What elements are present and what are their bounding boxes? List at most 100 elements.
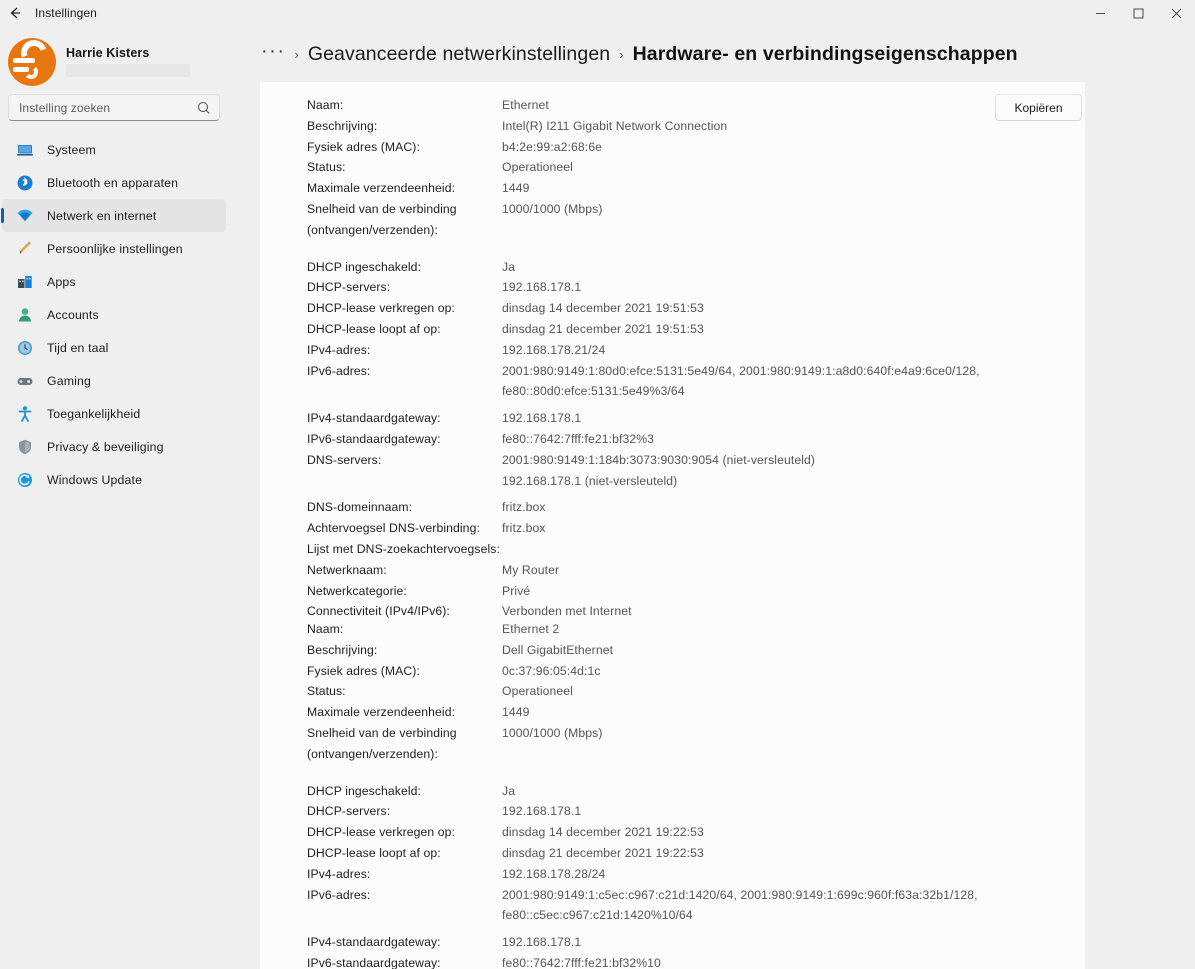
property-row: Netwerkcategorie: Privé: [307, 581, 1027, 602]
property-row: Snelheid van de verbinding (ontvangen/ve…: [307, 199, 1027, 241]
system-icon: [16, 141, 34, 159]
property-value: 2001:980:9149:1:184b:3073:9030:9054 (nie…: [502, 452, 816, 488]
property-label: Naam:: [307, 622, 344, 636]
property-row: DHCP-lease verkregen op: dinsdag 14 decem…: [307, 822, 1027, 843]
maximize-icon: [1133, 8, 1143, 18]
property-row: Naam: Ethernet 2: [307, 619, 1027, 640]
title-bar: Instellingen: [0, 0, 1195, 26]
property-value: 2001:980:9149:1:80d0:efce:5131:5e49/64, …: [502, 363, 980, 399]
sidebar-item-tijd-en-taal[interactable]: Tijd en taal: [2, 331, 226, 364]
property-row: Maximale verzendeenheid: 1449: [307, 702, 1027, 723]
property-label: Beschrijving:: [307, 118, 378, 133]
property-row: Naam: Ethernet: [307, 95, 1027, 116]
breadcrumb-overflow-button[interactable]: ···: [261, 41, 285, 68]
property-label: Snelheid van de verbinding (ontvangen/ve…: [307, 201, 457, 237]
property-row: Achtervoegsel DNS-verbinding: fritz.box: [307, 518, 1027, 539]
property-label: Snelheid van de verbinding (ontvangen/ve…: [307, 725, 457, 761]
property-row: Beschrijving: Intel(R) I211 Gigabit Netwo…: [307, 116, 1027, 137]
property-label: Netwerkcategorie:: [307, 583, 407, 598]
property-value: Operationeel: [502, 160, 573, 175]
sidebar-item-privacy-beveiliging[interactable]: Privacy & beveiliging: [2, 430, 226, 463]
property-value: 0c:37:96:05:4d:1c: [502, 663, 601, 678]
property-value: 1000/1000 (Mbps): [502, 201, 603, 216]
property-row: IPv4-adres: 192.168.178.28/24: [307, 864, 1027, 885]
sidebar-item-gaming[interactable]: Gaming: [2, 364, 226, 397]
property-row: DNS-domeinnaam: fritz.box: [307, 497, 1027, 518]
property-label: IPv4-standaardgateway:: [307, 935, 441, 950]
property-value: 192.168.178.1: [502, 280, 582, 295]
sidebar-item-bluetooth-en-apparaten[interactable]: Bluetooth en apparaten: [2, 166, 226, 199]
sidebar-item-label: Systeem: [47, 142, 96, 157]
property-row: Status: Operationeel: [307, 157, 1027, 178]
property-label: Status:: [307, 684, 346, 699]
back-button[interactable]: [0, 0, 30, 26]
sidebar-item-label: Netwerk en internet: [47, 208, 157, 223]
property-value: Intel(R) I211 Gigabit Network Connection: [502, 118, 728, 133]
property-row: DNS-servers: 2001:980:9149:1:184b:3073:90…: [307, 450, 1027, 492]
minimize-button[interactable]: [1081, 0, 1119, 26]
maximize-button[interactable]: [1119, 0, 1157, 26]
sidebar-item-netwerk-en-internet[interactable]: Netwerk en internet: [1, 199, 226, 232]
adapter-properties-ethernet: Naam: Ethernet Beschrijving: Intel(R) I211 …: [307, 95, 1027, 622]
breadcrumb-parent-link[interactable]: Geavanceerde netwerkinstellingen: [308, 43, 610, 66]
property-row: Netwerknaam: My Router: [307, 560, 1027, 581]
property-row: IPv4-standaardgateway: 192.168.178.1: [307, 408, 1027, 429]
window-title: Instellingen: [35, 6, 97, 20]
property-value: Privé: [502, 583, 531, 598]
sidebar-item-toegankelijkheid[interactable]: Toegankelijkheid: [2, 397, 226, 430]
account-name: Harrie Kisters: [66, 46, 150, 60]
property-label: DHCP ingeschakeld:: [307, 783, 422, 798]
page-title: Hardware- en verbindingseigenschappen: [632, 42, 1018, 65]
property-value: 1449: [502, 181, 530, 196]
property-value: dinsdag 14 december 2021 19:51:53: [502, 301, 704, 316]
accounts-icon: [16, 306, 34, 324]
property-row: DHCP-servers: 192.168.178.1: [307, 801, 1027, 822]
content-panel: Kopiëren Naam: Ethernet Beschrijving: Intel…: [260, 82, 1085, 969]
close-button[interactable]: [1157, 0, 1195, 26]
property-value: Ja: [502, 259, 516, 274]
property-value: My Router: [502, 562, 560, 577]
account-tile[interactable]: Harrie Kisters: [0, 26, 232, 86]
privacy-shield-icon: [16, 438, 34, 456]
property-value: dinsdag 21 december 2021 19:22:53: [502, 845, 704, 860]
property-label: Achtervoegsel DNS-verbinding:: [307, 521, 480, 536]
search-input[interactable]: Instelling zoeken: [8, 94, 220, 121]
sidebar-item-apps[interactable]: Apps: [2, 265, 226, 298]
property-value: 192.168.178.28/24: [502, 866, 606, 881]
sidebar-item-systeem[interactable]: Systeem: [2, 133, 226, 166]
property-value: 192.168.178.1: [502, 935, 582, 950]
time-language-icon: [16, 339, 34, 357]
property-row: Maximale verzendeenheid: 1449: [307, 178, 1027, 199]
property-row: DHCP-lease loopt af op: dinsdag 21 decemb…: [307, 843, 1027, 864]
property-label: IPv6-standaardgateway:: [307, 431, 441, 446]
sidebar-item-accounts[interactable]: Accounts: [2, 298, 226, 331]
sidebar-nav: Systeem Bluetooth en apparaten Netwerk e…: [0, 133, 232, 496]
property-row: Beschrijving: Dell GigabitEthernet: [307, 640, 1027, 661]
selection-indicator: [1, 208, 4, 223]
property-label: DNS-domeinnaam:: [307, 500, 413, 515]
property-value: 192.168.178.1: [502, 804, 582, 819]
property-label: DHCP-lease verkregen op:: [307, 825, 456, 840]
property-row: IPv6-standaardgateway: fe80::7642:7fff:fe…: [307, 953, 1027, 969]
property-value: Ethernet: [502, 98, 549, 112]
property-value: Ja: [502, 783, 516, 798]
property-label: DHCP-servers:: [307, 280, 391, 295]
property-label: IPv4-adres:: [307, 342, 371, 357]
property-value: Ethernet 2: [502, 622, 560, 636]
property-value: 1000/1000 (Mbps): [502, 725, 603, 740]
sidebar-item-windows-update[interactable]: Windows Update: [2, 463, 226, 496]
sidebar-item-persoonlijke-instellingen[interactable]: Persoonlijke instellingen: [2, 232, 226, 265]
property-label: DHCP-lease loopt af op:: [307, 845, 441, 860]
sidebar-item-label: Bluetooth en apparaten: [47, 175, 179, 190]
property-row: Snelheid van de verbinding (ontvangen/ve…: [307, 723, 1027, 765]
property-label: DNS-servers:: [307, 452, 382, 467]
property-label: DHCP-servers:: [307, 804, 391, 819]
accessibility-icon: [16, 405, 34, 423]
windows-update-icon: [16, 471, 34, 489]
property-label: Netwerknaam:: [307, 562, 387, 577]
property-label: Fysiek adres (MAC):: [307, 139, 420, 154]
bluetooth-icon: [16, 174, 34, 192]
property-value: Operationeel: [502, 684, 573, 699]
chevron-right-icon: ›: [294, 46, 299, 62]
gaming-icon: [16, 372, 34, 390]
